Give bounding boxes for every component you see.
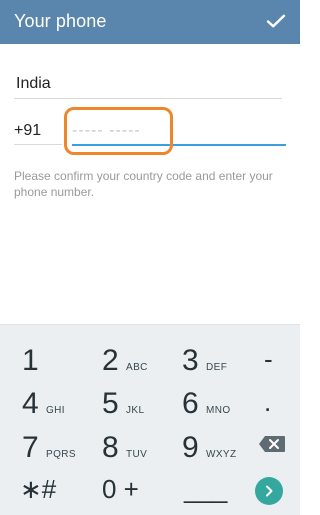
go-button[interactable] (255, 477, 283, 505)
key-2-digit: 2 (102, 344, 119, 377)
key-5-letters: JKL (126, 405, 145, 416)
key-5-digit: 5 (102, 387, 119, 420)
dot-symbol: . (264, 387, 272, 417)
backspace-icon[interactable] (258, 435, 286, 453)
numeric-keyboard: 1 2 ABC 3 DEF - 4 GHI 5 JKL 6 MNO . 7 PQ… (0, 324, 300, 515)
key-2-letters: ABC (126, 362, 148, 373)
dash-symbol: - (264, 344, 273, 374)
key-3[interactable]: 3 DEF (182, 337, 252, 381)
key-8-letters: TUV (126, 449, 148, 460)
key-2[interactable]: 2 ABC (102, 337, 172, 381)
key-dot[interactable]: . (258, 380, 320, 424)
key-7[interactable]: 7 PQRS (22, 424, 92, 468)
zero-plus-symbol: 0 + (102, 474, 139, 504)
key-6-digit: 6 (182, 387, 199, 420)
country-field[interactable]: India (14, 74, 282, 99)
phone-number-field[interactable] (72, 120, 286, 146)
key-0-plus[interactable]: 0 + (96, 467, 166, 511)
star-hash-symbol: ∗# (20, 474, 57, 504)
key-7-digit: 7 (22, 431, 39, 464)
key-1-digit: 1 (22, 344, 39, 377)
key-9[interactable]: 9 WXYZ (182, 424, 252, 468)
next-arrow-icon (266, 485, 273, 497)
key-9-digit: 9 (182, 431, 199, 464)
instructions-text: Please confirm your country code and ent… (14, 169, 273, 199)
key-8[interactable]: 8 TUV (102, 424, 172, 468)
key-5[interactable]: 5 JKL (102, 380, 172, 424)
key-1[interactable]: 1 (22, 337, 92, 381)
key-4[interactable]: 4 GHI (22, 380, 92, 424)
key-space[interactable]: ___ (178, 467, 248, 511)
key-8-digit: 8 (102, 431, 119, 464)
page-title: Your phone (14, 11, 107, 31)
key-7-letters: PQRS (46, 449, 76, 460)
country-code-field[interactable]: +91 (14, 120, 62, 145)
key-4-letters: GHI (46, 405, 65, 416)
key-star-hash[interactable]: ∗# (14, 467, 84, 511)
key-3-digit: 3 (182, 344, 199, 377)
key-6[interactable]: 6 MNO (182, 380, 252, 424)
checkmark-icon[interactable] (264, 9, 288, 33)
country-code: +91 (14, 122, 42, 139)
app-header: Your phone (0, 0, 300, 44)
key-6-letters: MNO (206, 405, 231, 416)
key-3-letters: DEF (206, 362, 228, 373)
key-9-letters: WXYZ (206, 449, 237, 460)
phone-number-input[interactable] (72, 120, 286, 142)
key-4-digit: 4 (22, 387, 39, 420)
key-dash[interactable]: - (258, 337, 320, 381)
space-symbol: ___ (184, 474, 228, 504)
country-name: India (16, 75, 51, 92)
